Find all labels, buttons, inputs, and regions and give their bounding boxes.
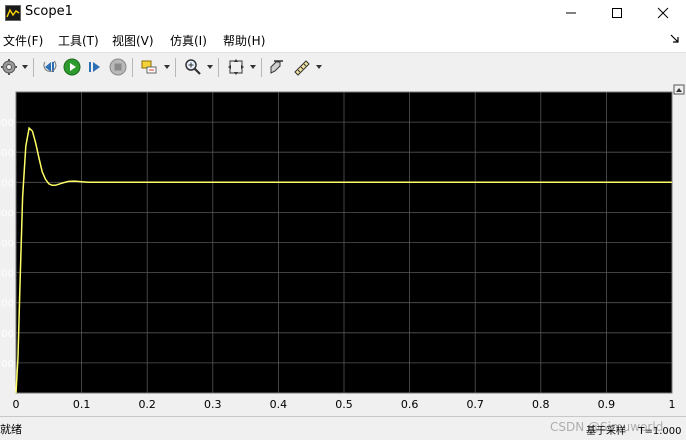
highlight-block-icon[interactable]	[140, 58, 158, 76]
measure-dropdown-icon[interactable]	[316, 65, 322, 69]
menu-bar: 文件(F) 工具(T) 视图(V) 仿真(I) 帮助(H)	[0, 26, 686, 52]
settings-icon[interactable]	[0, 58, 18, 76]
maximize-icon	[612, 8, 622, 18]
stop-icon[interactable]	[109, 58, 127, 76]
maximize-button[interactable]	[594, 0, 640, 26]
toolbar-separator	[218, 58, 219, 77]
y-tick-label: 500	[0, 239, 14, 250]
toolbar-separator	[33, 58, 34, 77]
undock-icon[interactable]	[670, 33, 680, 43]
menu-help[interactable]: 帮助(H)	[223, 32, 265, 49]
y-tick-label: 900	[0, 118, 14, 129]
x-tick-label: 0.4	[270, 398, 288, 411]
measure-icon[interactable]	[293, 58, 311, 76]
x-tick-label: 0.7	[466, 398, 484, 411]
close-button[interactable]	[640, 0, 686, 26]
status-sample-mode: 基于采样	[586, 426, 626, 437]
y-tick-label: 600	[0, 208, 14, 219]
minimize-button[interactable]	[548, 0, 594, 26]
status-ready: 就绪	[0, 423, 22, 436]
highlight-dropdown-icon[interactable]	[164, 65, 170, 69]
x-tick-label: 0.8	[532, 398, 550, 411]
x-tick-label: 0.1	[73, 398, 91, 411]
y-tick-label: 300	[0, 299, 14, 310]
x-tick-label: 0.2	[138, 398, 156, 411]
y-tick-label: 800	[0, 148, 14, 159]
close-icon	[657, 7, 669, 19]
run-icon[interactable]	[63, 58, 81, 76]
y-tick-label: 400	[0, 269, 14, 280]
settings-dropdown-icon[interactable]	[22, 65, 28, 69]
status-time: T=1.000	[638, 426, 682, 437]
status-sample-time: 基于采样 T=1.000	[586, 422, 682, 437]
toolbar-separator	[132, 58, 133, 77]
toolbar	[0, 52, 686, 83]
x-tick-label: 1	[669, 398, 676, 411]
autoscale-icon[interactable]	[227, 58, 245, 76]
legend-icon[interactable]	[268, 58, 286, 76]
autoscale-dropdown-icon[interactable]	[250, 65, 256, 69]
menu-view[interactable]: 视图(V)	[112, 32, 154, 49]
minimize-icon	[566, 12, 576, 14]
scope-display: 0 0.1 0.2 0.3 0.4 0.5 0.6 0.7 0.8 0.9 1 100 200 300 40…	[0, 82, 686, 416]
menu-simulation[interactable]: 仿真(I)	[170, 32, 207, 49]
window-title: Scope1	[25, 4, 73, 19]
menu-file[interactable]: 文件(F)	[3, 32, 43, 49]
step-back-icon[interactable]	[41, 58, 59, 76]
x-tick-label: 0.3	[204, 398, 222, 411]
zoom-dropdown-icon[interactable]	[207, 65, 213, 69]
y-tick-label: 100	[0, 359, 14, 370]
scope-plot[interactable]: 0 0.1 0.2 0.3 0.4 0.5 0.6 0.7 0.8 0.9 1 100 200 300 40…	[0, 82, 686, 416]
status-bar: 就绪 CSDN @Simuworld 基于采样 T=1.000	[0, 416, 686, 440]
toolbar-separator	[175, 58, 176, 77]
y-tick-label: 700	[0, 178, 14, 189]
x-tick-label: 0	[13, 398, 20, 411]
title-bar: Scope1	[0, 0, 686, 26]
zoom-icon[interactable]	[184, 58, 202, 76]
x-tick-label: 0.5	[335, 398, 353, 411]
x-tick-label: 0.6	[401, 398, 419, 411]
toolbar-separator	[261, 58, 262, 77]
menu-tools[interactable]: 工具(T)	[58, 32, 99, 49]
scope-app-icon	[5, 5, 21, 21]
expand-axes-button[interactable]	[673, 84, 685, 95]
step-forward-icon[interactable]	[86, 58, 104, 76]
x-tick-label: 0.9	[598, 398, 616, 411]
y-tick-label: 200	[0, 329, 14, 340]
